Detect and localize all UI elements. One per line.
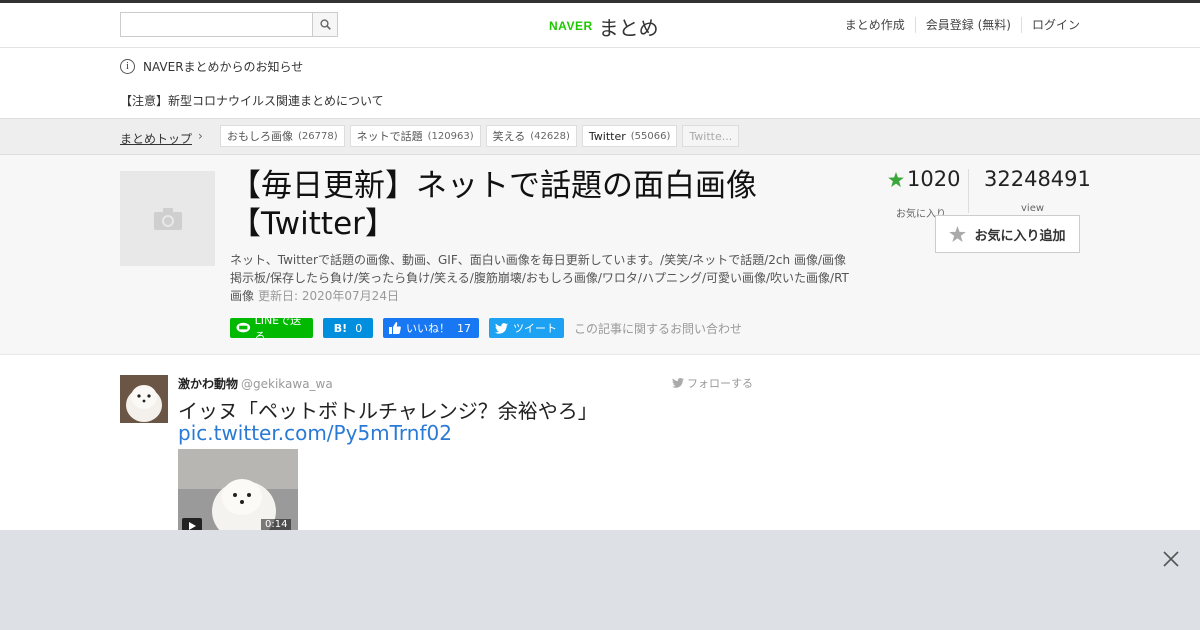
tweet-label: ツイート xyxy=(513,322,557,335)
camera-icon xyxy=(153,207,182,230)
twitter-bird-icon xyxy=(672,378,684,388)
follow-label: フォローする xyxy=(687,377,753,390)
breadcrumb-top-link[interactable]: まとめトップ xyxy=(120,130,192,147)
tag-net-wadai[interactable]: ネットで話題 (120963) xyxy=(349,125,481,147)
line-share-button[interactable]: LINEで送る xyxy=(230,314,313,343)
tag-label: おもしろ画像 xyxy=(227,130,293,143)
article-title: 【毎日更新】ネットで話題の面白画像【Twitter】 xyxy=(230,168,757,242)
embedded-tweet: 激かわ動物 @gekikawa_wa フォローする イッヌ「ペットボトルチャレンジ… xyxy=(120,375,760,535)
contact-link[interactable]: この記事に関するお問い合わせ xyxy=(574,320,742,337)
tag-waraeru[interactable]: 笑える (42628) xyxy=(485,125,577,147)
view-count: 32248491 xyxy=(984,167,1091,191)
search-input[interactable] xyxy=(121,13,314,36)
tweet-author[interactable]: 激かわ動物 @gekikawa_wa xyxy=(178,375,333,392)
share-buttons: LINEで送る B! 0 いいね！ 17 ツイート この記事に関するお問い合わせ xyxy=(230,314,742,343)
chevron-right-icon: › xyxy=(198,129,203,143)
notice-heading-row: i NAVERまとめからのお知らせ xyxy=(120,58,303,75)
video-duration: 0:14 xyxy=(261,519,292,530)
article-thumbnail xyxy=(120,171,215,266)
login-link[interactable]: ログイン xyxy=(1020,17,1080,33)
facebook-like-label: いいね！ xyxy=(406,322,450,335)
notice-link[interactable]: 【注意】新型コロナウイルス関連まとめについて xyxy=(120,92,384,109)
facebook-like-count: 17 xyxy=(457,321,471,335)
star-icon xyxy=(888,171,904,187)
tag-label: Twitte... xyxy=(689,129,733,143)
tweet-author-name: 激かわ動物 xyxy=(178,377,239,391)
stats-divider xyxy=(968,169,969,213)
notice-area: i NAVERまとめからのお知らせ 【注意】新型コロナウイルス関連まとめについて xyxy=(0,48,1200,118)
hatena-count: 0 xyxy=(355,321,363,335)
thumbs-up-icon xyxy=(389,322,401,334)
twitter-bird-icon xyxy=(495,322,508,334)
search-box xyxy=(120,12,338,37)
facebook-like-button[interactable]: いいね！ 17 xyxy=(383,318,479,338)
star-outline-icon xyxy=(949,226,967,242)
tag-label: ネットで話題 xyxy=(356,130,423,143)
header-links: まとめ作成 会員登録 (無料) ログイン xyxy=(845,17,1080,33)
site-logo[interactable]: NAVER まとめ xyxy=(549,13,659,40)
ad-overlay xyxy=(0,530,1200,630)
add-favorite-button[interactable]: お気に入り追加 xyxy=(935,215,1080,253)
add-favorite-label: お気に入り追加 xyxy=(974,228,1066,244)
avatar[interactable] xyxy=(120,375,168,423)
view-label: view xyxy=(1021,203,1045,214)
create-matome-link[interactable]: まとめ作成 xyxy=(845,17,915,33)
tag-list: おもしろ画像 (26778) ネットで話題 (120963) 笑える (42628) … xyxy=(220,125,744,147)
tag-twitter[interactable]: Twitter (55066) xyxy=(581,125,678,147)
search-icon xyxy=(319,19,331,30)
tweet-media-link[interactable]: pic.twitter.com/Py5mTrnf02 xyxy=(178,421,452,445)
article-header: 【毎日更新】ネットで話題の面白画像【Twitter】 ネット、Twitterで話… xyxy=(0,155,1200,355)
favorites-count: 1020 xyxy=(907,167,961,191)
register-link[interactable]: 会員登録 (無料) xyxy=(914,17,1021,33)
line-icon xyxy=(236,322,251,333)
tag-label: 笑える xyxy=(492,130,526,143)
follow-button[interactable]: フォローする xyxy=(672,375,753,391)
search-button[interactable] xyxy=(312,13,337,36)
tag-count: (55066) xyxy=(630,130,671,142)
tag-count: (26778) xyxy=(298,130,338,142)
logo-naver: NAVER xyxy=(549,19,593,33)
site-header: NAVER まとめ まとめ作成 会員登録 (無料) ログイン xyxy=(0,3,1200,48)
line-share-label: LINEで送る xyxy=(254,314,302,343)
tag-omoshiro[interactable]: おもしろ画像 (26778) xyxy=(220,125,345,147)
tweet-button[interactable]: ツイート xyxy=(489,318,564,338)
tag-label: Twitter xyxy=(588,129,626,143)
info-icon: i xyxy=(120,59,135,74)
article-description: ネット、Twitterで話題の画像、動画、GIF、面白い画像を毎日更新しています… xyxy=(230,251,850,305)
updated-date: 更新日: 2020年07月24日 xyxy=(258,289,399,303)
tag-twitter-truncated[interactable]: Twitte... xyxy=(682,125,740,147)
hatena-bookmark-button[interactable]: B! 0 xyxy=(323,318,373,338)
notice-heading: NAVERまとめからのお知らせ xyxy=(143,60,304,74)
tag-count: (42628) xyxy=(530,130,570,142)
logo-matome: まとめ xyxy=(598,15,659,40)
tweet-text: イッヌ「ペットボトルチャレンジ？余裕やろ」 xyxy=(178,399,598,423)
close-icon[interactable] xyxy=(1160,548,1182,570)
pomeranian-avatar-image xyxy=(120,375,168,423)
tweet-video-thumbnail[interactable]: 0:14 xyxy=(178,449,298,535)
hatena-b-icon: B! xyxy=(333,321,348,335)
tag-count: (120963) xyxy=(427,130,474,142)
favorites-stat: 1020 xyxy=(888,167,960,191)
breadcrumb: まとめトップ › おもしろ画像 (26778) ネットで話題 (120963) 笑え… xyxy=(0,118,1200,155)
tweet-author-handle: @gekikawa_wa xyxy=(241,377,333,391)
